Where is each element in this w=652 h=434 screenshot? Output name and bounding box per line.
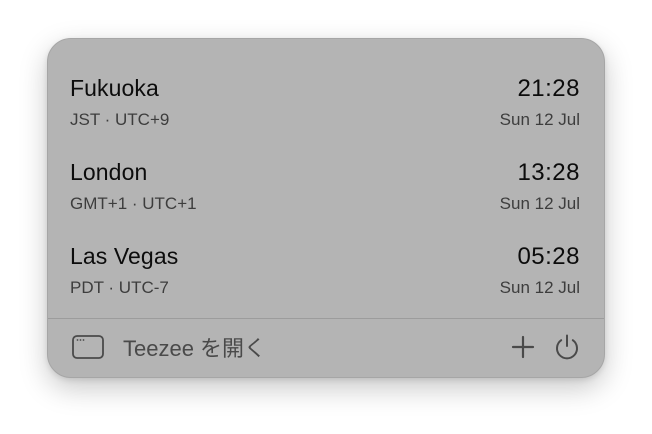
clock-date: Sun 12 Jul	[499, 110, 580, 129]
city-name: Las Vegas	[70, 243, 179, 269]
city-name: London	[70, 159, 148, 185]
popover-footer: Teezee を開く	[48, 319, 604, 377]
clock-time: 13:28	[517, 159, 580, 186]
timezone-label: GMT+1 · UTC+1	[70, 194, 197, 213]
plus-icon	[511, 335, 535, 359]
city-name: Fukuoka	[70, 75, 159, 101]
open-app-button[interactable]: Teezee を開く	[72, 329, 266, 365]
window-icon	[72, 335, 104, 359]
timezone-label: JST · UTC+9	[70, 110, 170, 129]
clock-row-london[interactable]: London GMT+1 · UTC+1 13:28 Sun 12 Jul	[70, 159, 580, 229]
clock-time: 21:28	[517, 75, 580, 102]
desktop-background: Fukuoka JST · UTC+9 21:28 Sun 12 Jul Lon…	[0, 0, 652, 434]
clock-date: Sun 12 Jul	[499, 194, 580, 213]
add-clock-button[interactable]	[507, 331, 539, 363]
power-icon	[556, 334, 578, 360]
clock-row-las-vegas[interactable]: Las Vegas PDT · UTC-7 05:28 Sun 12 Jul	[70, 243, 580, 313]
clock-time: 05:28	[517, 243, 580, 270]
timezone-label: PDT · UTC-7	[70, 278, 169, 297]
quit-button[interactable]	[551, 331, 583, 363]
menu-bar-popover: Fukuoka JST · UTC+9 21:28 Sun 12 Jul Lon…	[47, 38, 605, 378]
clock-row-fukuoka[interactable]: Fukuoka JST · UTC+9 21:28 Sun 12 Jul	[70, 75, 580, 145]
open-app-label: Teezee を開く	[123, 336, 267, 361]
clock-date: Sun 12 Jul	[499, 278, 580, 297]
